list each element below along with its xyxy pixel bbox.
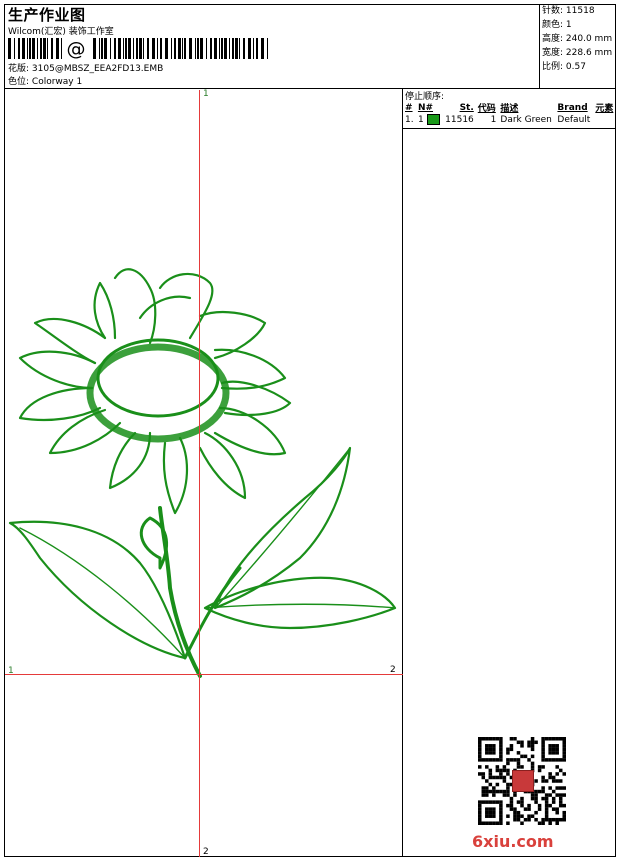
design-name-label: 花版: (8, 64, 30, 74)
barcode-at-sign: @ (67, 38, 86, 59)
row-needle: 1 (416, 114, 442, 125)
sidebar-divider (402, 88, 403, 857)
design-name-row: 花版: 3105@MBSZ_EEA2FD13.EMB (8, 61, 163, 74)
axis-mark-bottom: 2 (203, 847, 209, 857)
row-description: Dark Green (500, 114, 552, 125)
horizontal-crosshair (5, 674, 403, 675)
design-scale: 比例: 0.57 (542, 60, 586, 75)
watermark-text: 6xiu.com (472, 832, 554, 851)
stitch-count-label: 针数: (542, 6, 564, 16)
color-swatch (426, 114, 440, 125)
table-row[interactable]: 1. 1 11516 1 Dark Green Default (403, 114, 616, 125)
col-stitches: St. (459, 102, 474, 113)
height-value: 240.0 mm (565, 34, 613, 44)
stop-table-bottom-rule (402, 128, 616, 129)
col-code: 代码 (477, 104, 496, 114)
color-count-label: 颜色: (542, 20, 564, 30)
width-label: 宽度: (542, 48, 564, 58)
row-element (593, 114, 616, 125)
sunflower-embroidery-design (8, 268, 397, 678)
design-name-value: 3105@MBSZ_EEA2FD13.EMB (31, 64, 164, 74)
barcode: @ (8, 38, 268, 59)
col-needle: N# (417, 102, 434, 113)
col-index: # (405, 102, 413, 113)
stats-divider (539, 4, 540, 88)
row-code: 1 (490, 114, 497, 125)
col-brand: Brand (557, 102, 588, 113)
company-subtitle: Wilcom(汇宏) 装饰工作室 (8, 27, 114, 37)
stitch-count-value: 11518 (565, 6, 595, 16)
design-height: 高度: 240.0 mm (542, 32, 612, 47)
scale-label: 比例: (542, 62, 564, 72)
color-count-value: 1 (565, 20, 572, 30)
row-needle-value: 1 (417, 115, 424, 125)
design-width: 宽度: 228.6 mm (542, 46, 612, 61)
stitch-count: 针数: 11518 (542, 4, 595, 19)
axis-mark-right: 2 (390, 665, 396, 675)
colorway-row: 色位: Colorway 1 (8, 74, 82, 87)
col-description: 描述 (500, 104, 519, 114)
red-seal-stamp (512, 770, 534, 792)
row-index: 1. (405, 114, 414, 125)
width-value: 228.6 mm (565, 48, 613, 58)
scale-value: 0.57 (565, 62, 586, 72)
height-label: 高度: (542, 34, 564, 44)
color-count: 颜色: 1 (542, 18, 572, 33)
vertical-crosshair (199, 90, 200, 857)
colorway-value: Colorway 1 (31, 77, 83, 87)
axis-mark-left: 1 (8, 666, 14, 676)
col-element: 元素 (595, 104, 614, 114)
colorway-label: 色位: (8, 77, 30, 87)
stop-sequence-table: # N# St. 代码 描述 Brand 元素 1. 1 11516 1 Dar… (403, 101, 616, 125)
row-stitches: 11516 (445, 114, 474, 125)
page-title: 生产作业图 (8, 6, 86, 24)
stop-table-header: # N# St. 代码 描述 Brand 元素 (403, 101, 616, 115)
axis-mark-top: 1 (203, 89, 209, 99)
row-brand: Default (557, 114, 591, 125)
